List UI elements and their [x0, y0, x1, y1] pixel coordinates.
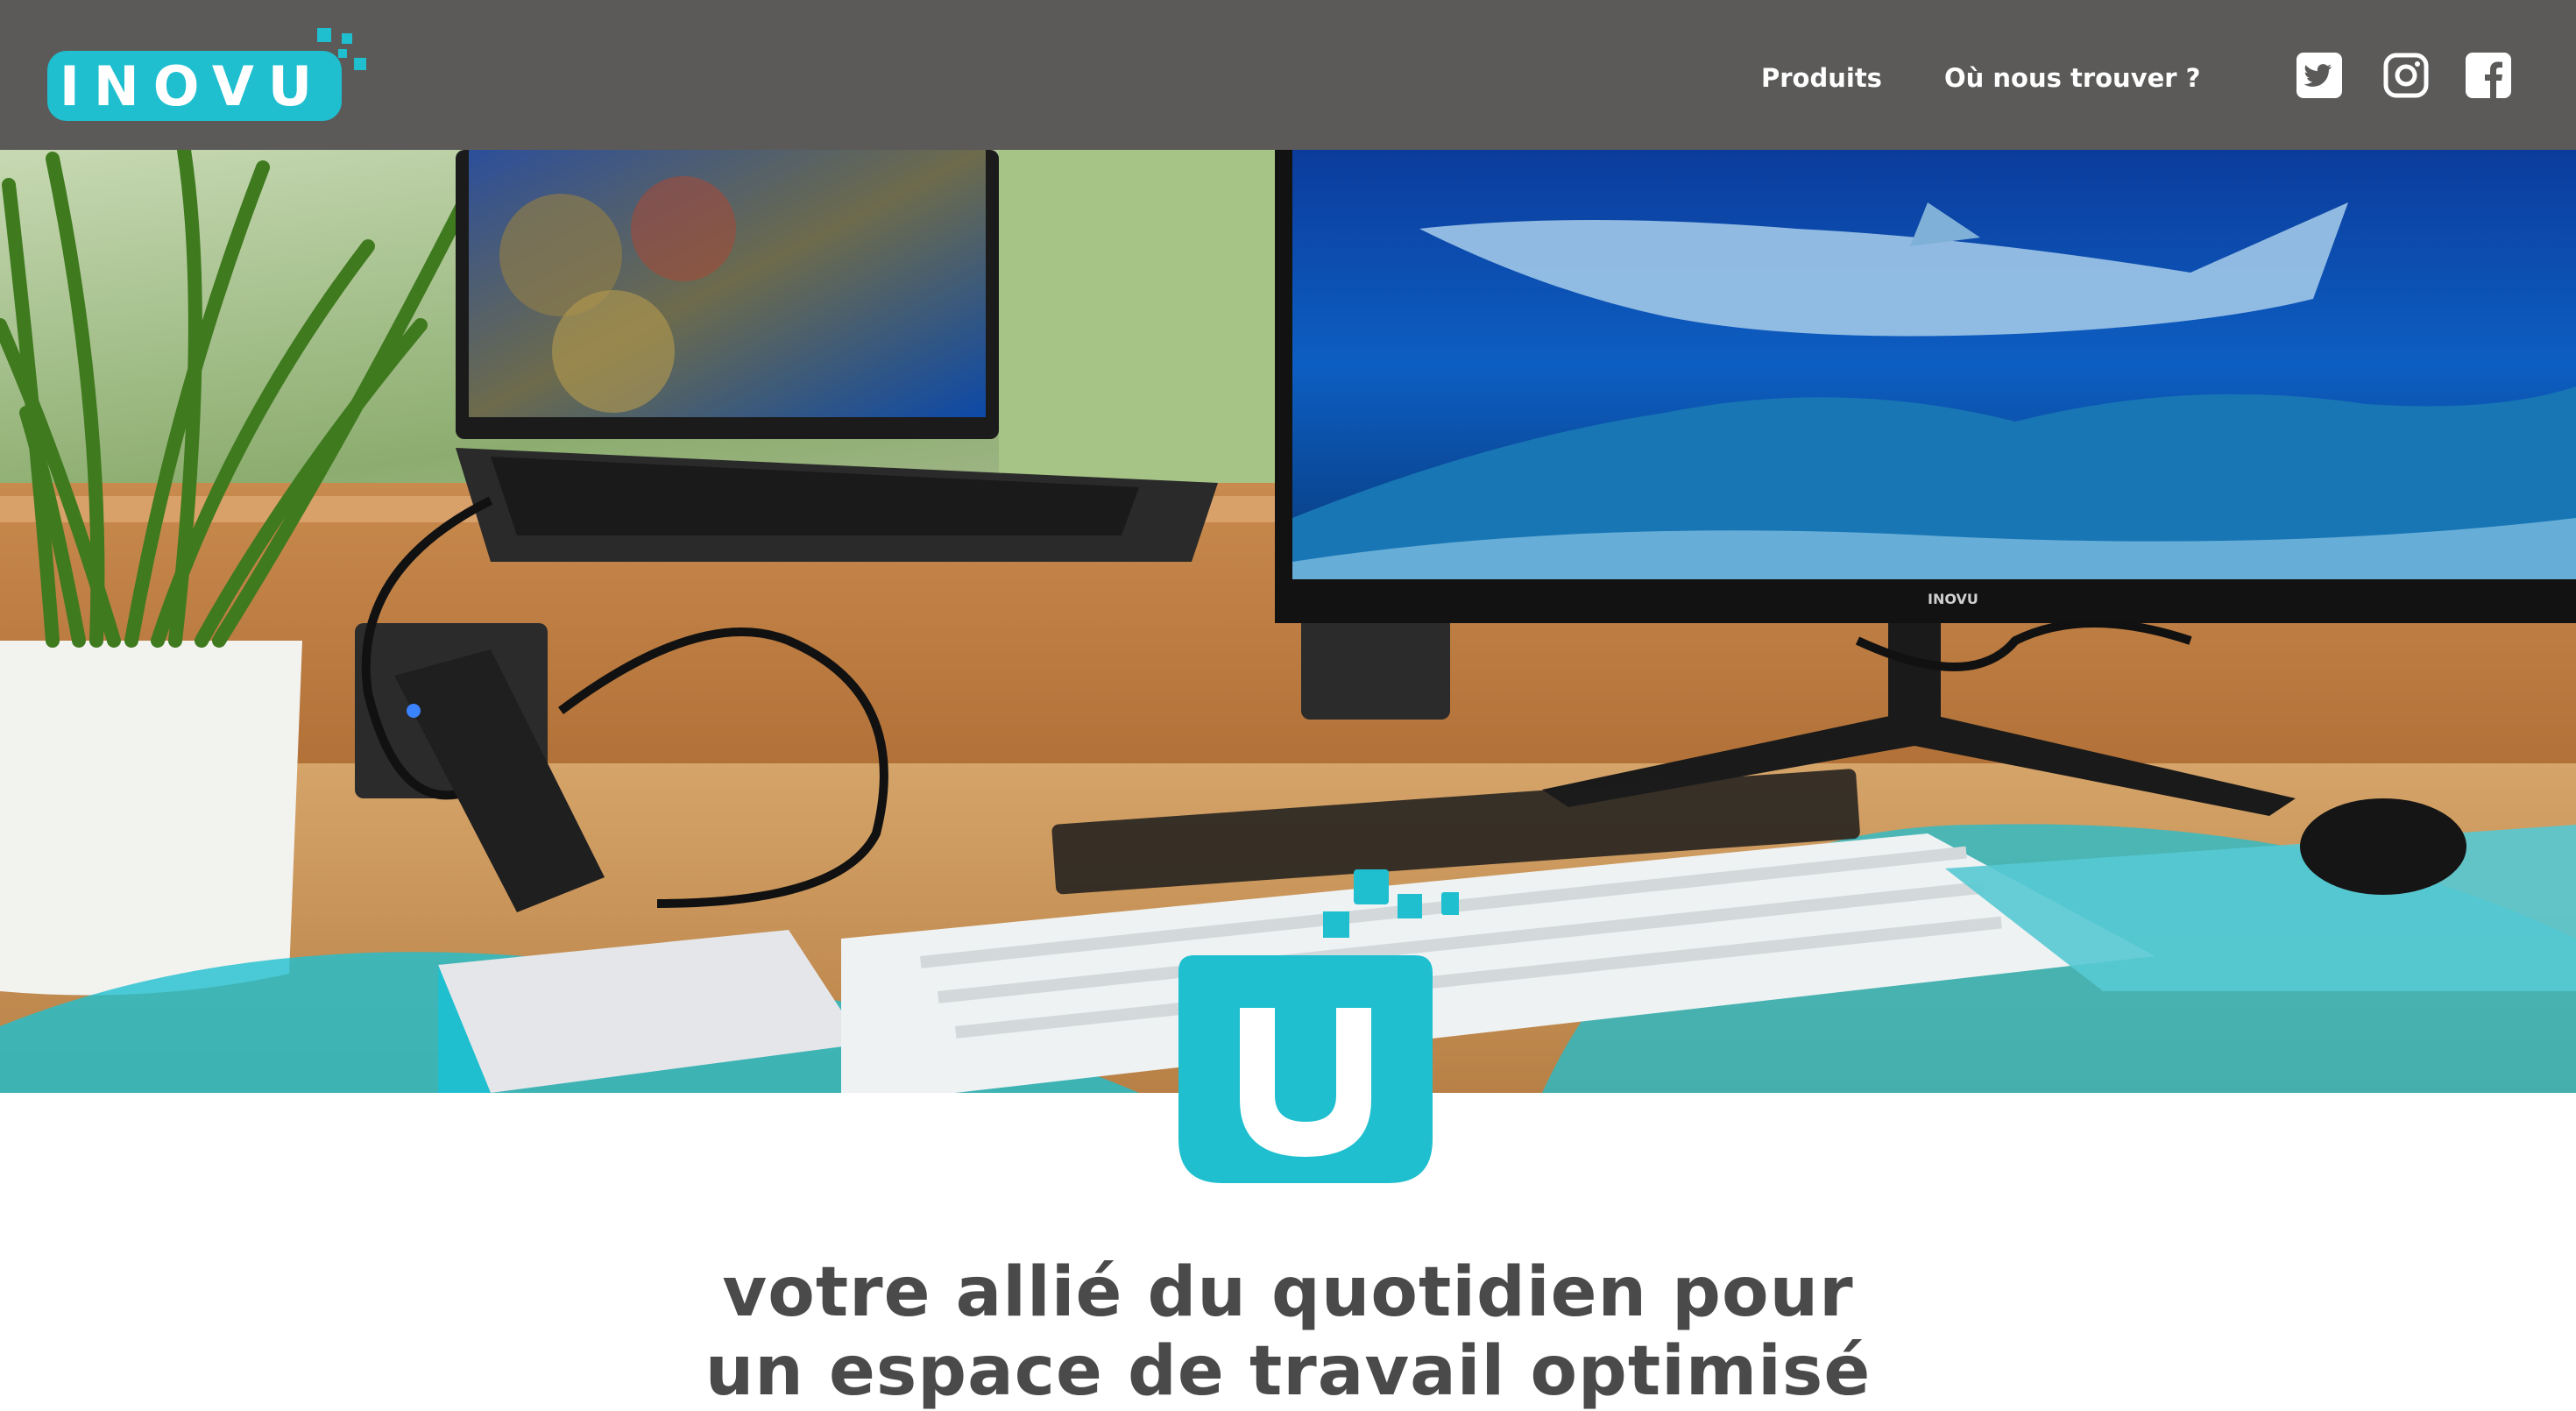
inovu-u-mark	[1178, 868, 1464, 1192]
monitor-brand: INOVU	[1928, 591, 1978, 607]
inovu-logo[interactable]: INOVU	[44, 26, 377, 124]
facebook-icon[interactable]	[2466, 53, 2511, 98]
tagline: votre allié du quotidien pour un espace …	[0, 1253, 2576, 1411]
site-header: INOVU Produits Où nous trouver ?	[0, 0, 2576, 150]
nav-produits-link[interactable]: Produits	[1761, 63, 1882, 93]
nav-where-to-find-link[interactable]: Où nous trouver ?	[1944, 63, 2201, 93]
logo-text: INOVU	[60, 54, 326, 118]
tagline-line-1: votre allié du quotidien pour	[722, 1253, 1854, 1332]
instagram-icon[interactable]	[2383, 53, 2429, 98]
twitter-icon[interactable]	[2296, 53, 2342, 98]
tagline-line-2: un espace de travail optimisé	[704, 1332, 1872, 1411]
